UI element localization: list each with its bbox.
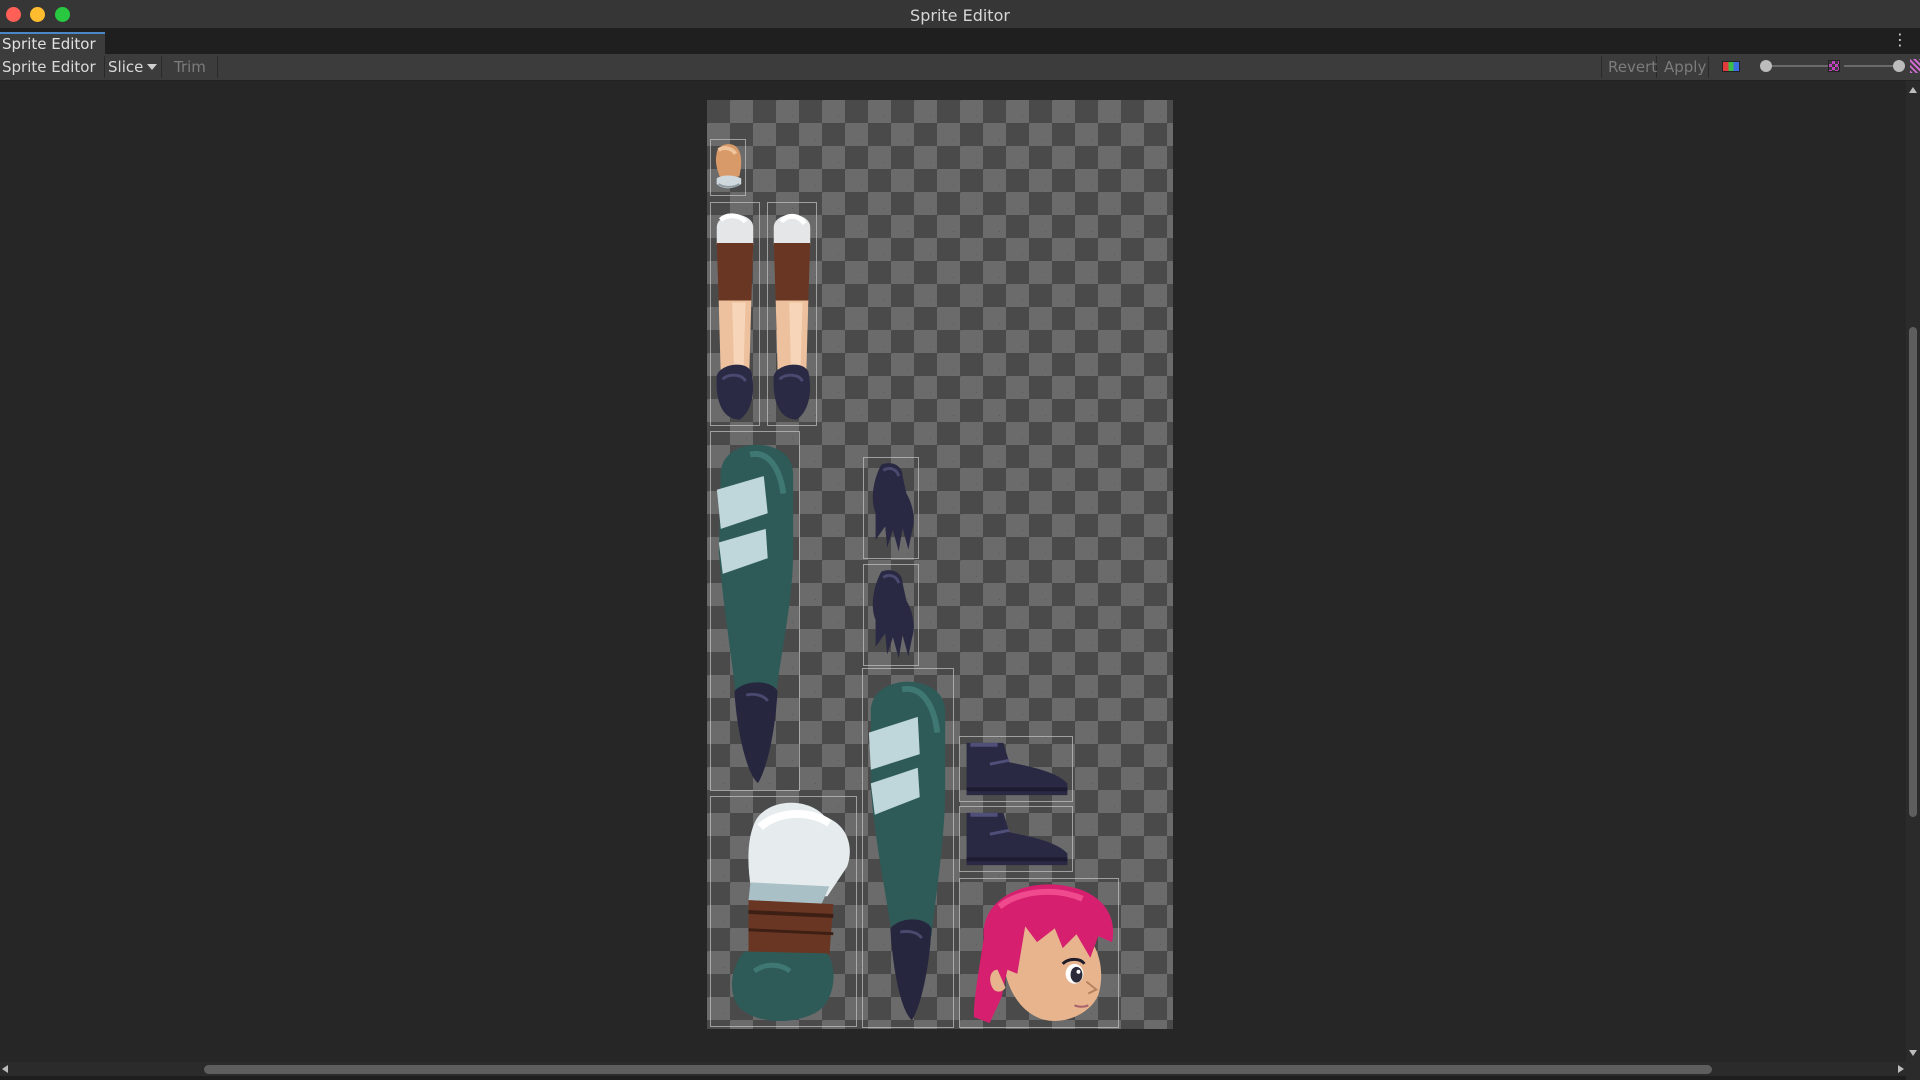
glove-upper-graphic	[872, 463, 914, 552]
sprite-head[interactable]	[959, 878, 1119, 1028]
editor-mode-dropdown[interactable]: Sprite Editor	[0, 56, 105, 92]
hand-graphic	[715, 144, 742, 189]
sprite-glove-upper[interactable]	[863, 457, 919, 559]
sprite-hand-top[interactable]	[710, 139, 746, 196]
trim-button[interactable]: Trim	[162, 56, 218, 78]
scroll-down-icon[interactable]	[1909, 1050, 1917, 1056]
vertical-scroll-thumb[interactable]	[1909, 327, 1917, 817]
horizontal-scroll-thumb[interactable]	[204, 1065, 1712, 1074]
shoe-upper-graphic	[966, 742, 1068, 796]
mip-level-icon	[1828, 60, 1840, 72]
editor-mode-label: Sprite Editor	[2, 58, 96, 76]
vertical-scrollbar[interactable]	[1906, 81, 1920, 1062]
sprite-arm-left[interactable]	[710, 431, 800, 791]
mip-slider-handle[interactable]	[1893, 60, 1905, 72]
torso-graphic	[731, 802, 850, 1022]
sprite-leg-right[interactable]	[767, 202, 817, 426]
arm-right-graphic	[868, 681, 946, 1021]
revert-button[interactable]: Revert	[1601, 56, 1657, 78]
mip-slider-track[interactable]	[1844, 65, 1896, 67]
glove-lower-graphic	[872, 570, 914, 659]
sprite-glove-lower[interactable]	[863, 564, 919, 666]
zoom-slider-track[interactable]	[1766, 65, 1836, 67]
scrollbar-corner	[1906, 1062, 1920, 1080]
arm-left-graphic	[716, 444, 794, 784]
apply-button[interactable]: Apply	[1657, 56, 1709, 78]
window-title: Sprite Editor	[910, 6, 1010, 25]
zoom-slider-handle[interactable]	[1760, 60, 1772, 72]
more-options-icon[interactable]: ⋮	[1892, 31, 1908, 49]
sprite-arm-right[interactable]	[862, 668, 954, 1028]
sprite-torso[interactable]	[710, 796, 857, 1027]
chevron-down-icon	[147, 64, 158, 70]
slice-label: Slice	[108, 58, 144, 76]
slice-dropdown[interactable]: Slice	[105, 56, 162, 78]
scroll-right-icon[interactable]	[1898, 1065, 1904, 1073]
sprite-shoe-lower[interactable]	[959, 806, 1073, 872]
scroll-left-icon[interactable]	[2, 1065, 8, 1073]
leg-right-graphic	[773, 213, 811, 420]
sprite-shoe-upper[interactable]	[959, 736, 1073, 802]
shoe-lower-graphic	[966, 812, 1068, 866]
alpha-toggle-icon[interactable]	[1910, 59, 1920, 73]
toolbar: Sprite Editor Slice Trim Revert Apply	[0, 54, 1920, 92]
window-title-bar: Sprite Editor	[0, 0, 1920, 29]
horizontal-scrollbar[interactable]	[0, 1062, 1906, 1076]
tab-strip: Sprite Editor ⋮	[0, 29, 1920, 54]
tab-sprite-editor[interactable]: Sprite Editor	[0, 32, 105, 54]
sprite-canvas[interactable]	[0, 81, 1906, 1062]
scroll-up-icon[interactable]	[1909, 87, 1917, 93]
window-bottom-edge	[0, 1076, 1906, 1080]
leg-left-graphic	[716, 213, 754, 420]
sprite-leg-left[interactable]	[710, 202, 760, 426]
color-channel-icon[interactable]	[1722, 61, 1740, 72]
head-graphic	[973, 884, 1114, 1024]
texture-checkerboard	[707, 100, 1173, 1029]
